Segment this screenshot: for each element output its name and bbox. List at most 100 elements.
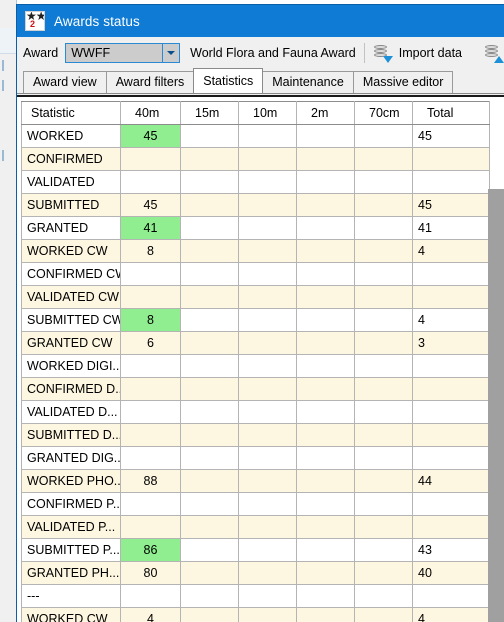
band-cell-40m[interactable]: 45 [120, 193, 181, 217]
total-cell[interactable] [412, 400, 490, 424]
band-cell-70cm[interactable] [354, 193, 413, 217]
band-cell-2m[interactable] [296, 607, 355, 622]
column-header-2m[interactable]: 2m [296, 101, 355, 125]
band-cell-10m[interactable] [238, 377, 297, 401]
band-cell-15m[interactable] [180, 446, 239, 470]
total-cell[interactable]: 45 [412, 193, 490, 217]
table-row[interactable]: GRANTED PH... 80 40 [21, 561, 490, 585]
band-cell-10m[interactable] [238, 147, 297, 171]
window-titlebar[interactable]: ★★ 2 Awards status [17, 5, 504, 37]
band-cell-2m[interactable] [296, 400, 355, 424]
band-cell-40m[interactable] [120, 446, 181, 470]
band-cell-70cm[interactable] [354, 170, 413, 194]
tab-statistics[interactable]: Statistics [193, 68, 264, 93]
tab-maintenance[interactable]: Maintenance [262, 71, 354, 93]
band-cell-70cm[interactable] [354, 538, 413, 562]
band-cell-40m[interactable] [120, 170, 181, 194]
total-cell[interactable] [412, 170, 490, 194]
total-cell[interactable] [412, 147, 490, 171]
band-cell-10m[interactable] [238, 561, 297, 585]
band-cell-15m[interactable] [180, 308, 239, 332]
statistic-name-cell[interactable]: SUBMITTED [21, 193, 121, 217]
band-cell-10m[interactable] [238, 285, 297, 309]
chevron-down-icon[interactable] [162, 43, 180, 62]
band-cell-2m[interactable] [296, 239, 355, 263]
band-cell-10m[interactable] [238, 170, 297, 194]
table-row[interactable]: WORKED PHO... 88 44 [21, 469, 490, 493]
band-cell-2m[interactable] [296, 446, 355, 470]
statistic-name-cell[interactable]: WORKED PHO... [21, 469, 121, 493]
total-cell[interactable] [412, 515, 490, 539]
band-cell-70cm[interactable] [354, 561, 413, 585]
statistic-name-cell[interactable]: SUBMITTED CW [21, 308, 121, 332]
table-row[interactable]: VALIDATED [21, 170, 490, 194]
band-cell-40m[interactable]: 8 [120, 308, 181, 332]
band-cell-40m[interactable]: 45 [120, 124, 181, 148]
column-header-statistic[interactable]: Statistic [21, 101, 121, 125]
band-cell-10m[interactable] [238, 193, 297, 217]
band-cell-10m[interactable] [238, 331, 297, 355]
total-cell[interactable]: 3 [412, 331, 490, 355]
band-cell-2m[interactable] [296, 193, 355, 217]
total-cell[interactable]: 44 [412, 469, 490, 493]
band-cell-15m[interactable] [180, 147, 239, 171]
band-cell-10m[interactable] [238, 515, 297, 539]
band-cell-15m[interactable] [180, 239, 239, 263]
band-cell-2m[interactable] [296, 147, 355, 171]
total-cell[interactable]: 4 [412, 239, 490, 263]
band-cell-70cm[interactable] [354, 124, 413, 148]
band-cell-2m[interactable] [296, 561, 355, 585]
table-row[interactable]: SUBMITTED 45 45 [21, 193, 490, 217]
band-cell-10m[interactable] [238, 607, 297, 622]
statistic-name-cell[interactable]: VALIDATED D... [21, 400, 121, 424]
band-cell-2m[interactable] [296, 492, 355, 516]
band-cell-40m[interactable]: 41 [120, 216, 181, 240]
total-cell[interactable] [412, 584, 490, 608]
statistic-name-cell[interactable]: GRANTED [21, 216, 121, 240]
band-cell-2m[interactable] [296, 331, 355, 355]
band-cell-70cm[interactable] [354, 492, 413, 516]
column-header-70cm[interactable]: 70cm [354, 101, 413, 125]
table-row[interactable]: WORKED CW 8 4 [21, 239, 490, 263]
band-cell-2m[interactable] [296, 354, 355, 378]
band-cell-40m[interactable] [120, 423, 181, 447]
band-cell-2m[interactable] [296, 170, 355, 194]
band-cell-2m[interactable] [296, 308, 355, 332]
band-cell-40m[interactable] [120, 285, 181, 309]
total-cell[interactable] [412, 492, 490, 516]
band-cell-40m[interactable]: 86 [120, 538, 181, 562]
tab-award-filters[interactable]: Award filters [105, 71, 195, 93]
band-cell-70cm[interactable] [354, 423, 413, 447]
band-cell-40m[interactable]: 80 [120, 561, 181, 585]
band-cell-15m[interactable] [180, 354, 239, 378]
band-cell-15m[interactable] [180, 377, 239, 401]
band-cell-70cm[interactable] [354, 584, 413, 608]
statistic-name-cell[interactable]: VALIDATED P... [21, 515, 121, 539]
statistic-name-cell[interactable]: GRANTED CW [21, 331, 121, 355]
table-row[interactable]: VALIDATED CW [21, 285, 490, 309]
total-cell[interactable] [412, 262, 490, 286]
band-cell-15m[interactable] [180, 124, 239, 148]
statistic-name-cell[interactable]: CONFIRMED CW [21, 262, 121, 286]
band-cell-2m[interactable] [296, 285, 355, 309]
table-row[interactable]: WORKED DIGI... [21, 354, 490, 378]
table-row[interactable]: GRANTED DIG... [21, 446, 490, 470]
total-cell[interactable]: 4 [412, 607, 490, 622]
total-cell[interactable]: 41 [412, 216, 490, 240]
band-cell-40m[interactable] [120, 584, 181, 608]
band-cell-15m[interactable] [180, 170, 239, 194]
table-row[interactable]: SUBMITTED P... 86 43 [21, 538, 490, 562]
band-cell-10m[interactable] [238, 400, 297, 424]
database-export-icon[interactable] [484, 43, 504, 63]
band-cell-70cm[interactable] [354, 331, 413, 355]
column-header-total[interactable]: Total [412, 101, 490, 125]
band-cell-15m[interactable] [180, 331, 239, 355]
band-cell-15m[interactable] [180, 584, 239, 608]
band-cell-70cm[interactable] [354, 354, 413, 378]
statistic-name-cell[interactable]: WORKED CW [21, 607, 121, 622]
column-header-40m[interactable]: 40m [120, 101, 181, 125]
band-cell-15m[interactable] [180, 469, 239, 493]
column-header-15m[interactable]: 15m [180, 101, 239, 125]
table-row[interactable]: --- [21, 584, 490, 608]
statistic-name-cell[interactable]: CONFIRMED P... [21, 492, 121, 516]
